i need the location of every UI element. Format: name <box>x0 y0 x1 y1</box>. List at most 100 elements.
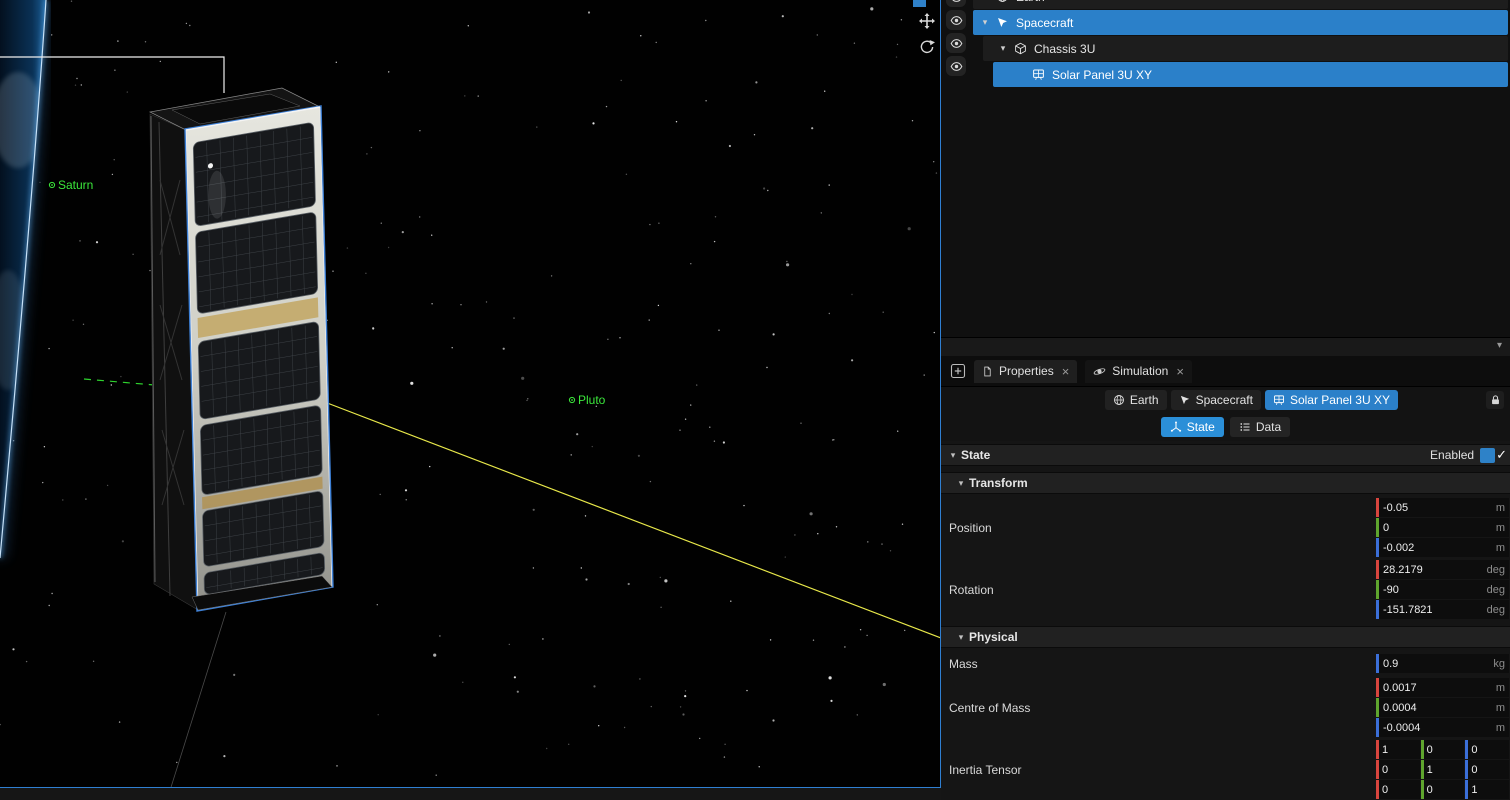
tree-row-solar-panel[interactable]: Solar Panel 3U XY <box>993 62 1508 87</box>
breadcrumb-spacecraft[interactable]: Spacecraft <box>1171 390 1261 410</box>
tab-label: Simulation <box>1112 364 1168 378</box>
enabled-label: Enabled <box>1430 448 1474 462</box>
property-centre-of-mass: Centre of Mass 0.0017m 0.0004m -0.0004m <box>941 678 1510 737</box>
tab-simulation[interactable]: Simulation × <box>1085 360 1192 383</box>
tensor-cell[interactable]: 0 <box>1376 760 1420 779</box>
subtab-label: State <box>1187 420 1215 434</box>
tensor-cell[interactable]: 1 <box>1465 780 1509 799</box>
com-x-field[interactable]: 0.0017m <box>1376 678 1509 697</box>
property-view-tabs: State Data <box>941 413 1510 441</box>
close-icon[interactable]: × <box>1176 364 1184 379</box>
property-label: Rotation <box>941 583 1376 597</box>
spacecraft-model[interactable] <box>150 88 333 611</box>
caret-down-icon[interactable]: ▾ <box>1497 340 1502 351</box>
property-position: Position -0.05m 0m -0.002m <box>941 498 1510 557</box>
caret-down-icon[interactable]: ▾ <box>977 17 993 28</box>
visibility-toggle[interactable] <box>946 56 966 76</box>
caret-down-icon[interactable]: ▾ <box>953 632 969 643</box>
breadcrumb-label: Solar Panel 3U XY <box>1290 393 1390 407</box>
tree-row-label: Spacecraft <box>1016 16 1073 30</box>
svg-text:Saturn: Saturn <box>58 178 93 192</box>
tab-label: Properties <box>999 364 1054 378</box>
add-tab-button[interactable] <box>949 363 966 380</box>
scene-hierarchy: ▾ Earth ▾ Spacecraft ▾ Chassis 3U <box>941 0 1510 356</box>
property-inertia-tensor: Inertia Tensor 1 0 0 0 1 0 0 0 <box>941 740 1510 799</box>
com-z-field[interactable]: -0.0004m <box>1376 718 1509 737</box>
enabled-checkbox[interactable] <box>1480 448 1495 463</box>
spacecraft-icon <box>993 16 1011 29</box>
rotation-y-field[interactable]: -90deg <box>1376 580 1509 599</box>
tensor-cell[interactable]: 0 <box>1465 740 1509 759</box>
breadcrumb-label: Earth <box>1130 393 1159 407</box>
viewport-3d[interactable]: Saturn Pluto <box>0 0 941 788</box>
side-panel: ▾ Earth ▾ Spacecraft ▾ Chassis 3U <box>941 0 1510 800</box>
rotation-x-field[interactable]: 28.2179deg <box>1376 560 1509 579</box>
tree-row-earth[interactable]: ▾ Earth <box>973 0 1508 9</box>
globe-icon <box>1113 394 1125 406</box>
panel-tab-bar: Properties × Simulation × <box>941 356 1510 387</box>
section-physical[interactable]: ▾ Physical <box>941 626 1510 648</box>
gizmo-button-partial[interactable] <box>913 0 926 7</box>
breadcrumb-label: Spacecraft <box>1196 393 1253 407</box>
section-title: Physical <box>969 630 1018 644</box>
tensor-cell[interactable]: 0 <box>1465 760 1509 779</box>
tree-rows: ▾ Earth ▾ Spacecraft ▾ Chassis 3U <box>969 0 1508 88</box>
property-rotation: Rotation 28.2179deg -90deg -151.7821deg <box>941 560 1510 619</box>
caret-down-icon[interactable]: ▾ <box>953 478 969 489</box>
mass-field[interactable]: 0.9kg <box>1376 654 1509 673</box>
tree-row-chassis[interactable]: ▾ Chassis 3U <box>983 36 1508 61</box>
subtab-label: Data <box>1256 420 1281 434</box>
lock-icon[interactable] <box>1486 391 1504 409</box>
rotation-z-field[interactable]: -151.7821deg <box>1376 600 1509 619</box>
position-z-field[interactable]: -0.002m <box>1376 538 1509 557</box>
caret-down-icon[interactable]: ▾ <box>977 0 993 2</box>
visibility-toggle[interactable] <box>946 0 966 7</box>
space-background <box>0 0 940 787</box>
solar-panel-icon <box>1029 68 1047 81</box>
cube-icon <box>1011 42 1029 55</box>
breadcrumb-solar-panel[interactable]: Solar Panel 3U XY <box>1265 390 1398 410</box>
globe-icon <box>993 0 1011 3</box>
visibility-toggle[interactable] <box>946 33 966 53</box>
property-label: Inertia Tensor <box>941 763 1376 777</box>
position-y-field[interactable]: 0m <box>1376 518 1509 537</box>
tab-properties[interactable]: Properties × <box>974 360 1077 383</box>
property-label: Mass <box>941 657 1376 671</box>
inertia-tensor-grid: 1 0 0 0 1 0 0 0 1 <box>1376 740 1509 799</box>
svg-text:Pluto: Pluto <box>578 393 606 407</box>
simulation-icon <box>1093 365 1106 378</box>
section-state[interactable]: ▾ State Enabled ✓ <box>941 444 1510 466</box>
breadcrumb-earth[interactable]: Earth <box>1105 390 1167 410</box>
section-title: Transform <box>969 476 1028 490</box>
com-y-field[interactable]: 0.0004m <box>1376 698 1509 717</box>
subtab-data[interactable]: Data <box>1230 417 1290 437</box>
property-label: Centre of Mass <box>941 701 1376 715</box>
tree-row-label: Chassis 3U <box>1034 42 1095 56</box>
document-icon <box>982 365 993 378</box>
tensor-cell[interactable]: 1 <box>1376 740 1420 759</box>
properties-panel: ▾ State Enabled ✓ ▾ Transform Position -… <box>941 441 1510 800</box>
viewport-bottom-strip <box>0 788 941 800</box>
close-icon[interactable]: × <box>1062 364 1070 379</box>
tensor-cell[interactable]: 0 <box>1376 780 1420 799</box>
hierarchy-collapse-bar[interactable]: ▾ <box>941 337 1510 356</box>
tree-row-label: Earth <box>1016 0 1045 4</box>
check-icon: ✓ <box>1496 447 1507 463</box>
caret-down-icon[interactable]: ▾ <box>945 450 961 461</box>
tensor-cell[interactable]: 1 <box>1421 760 1465 779</box>
section-transform[interactable]: ▾ Transform <box>941 472 1510 494</box>
position-x-field[interactable]: -0.05m <box>1376 498 1509 517</box>
visibility-column <box>941 0 969 79</box>
subtab-state[interactable]: State <box>1161 417 1224 437</box>
section-title: State <box>961 448 990 462</box>
scene-canvas[interactable]: Saturn Pluto <box>0 0 940 787</box>
solar-panel-icon <box>1273 394 1285 406</box>
tree-row-spacecraft[interactable]: ▾ Spacecraft <box>973 10 1508 35</box>
property-mass: Mass 0.9kg <box>941 654 1510 673</box>
spacecraft-icon <box>1179 394 1191 406</box>
visibility-toggle[interactable] <box>946 10 966 30</box>
caret-down-icon[interactable]: ▾ <box>995 43 1011 54</box>
tensor-cell[interactable]: 0 <box>1421 780 1465 799</box>
tensor-cell[interactable]: 0 <box>1421 740 1465 759</box>
application-window: Saturn Pluto <box>0 0 1510 800</box>
